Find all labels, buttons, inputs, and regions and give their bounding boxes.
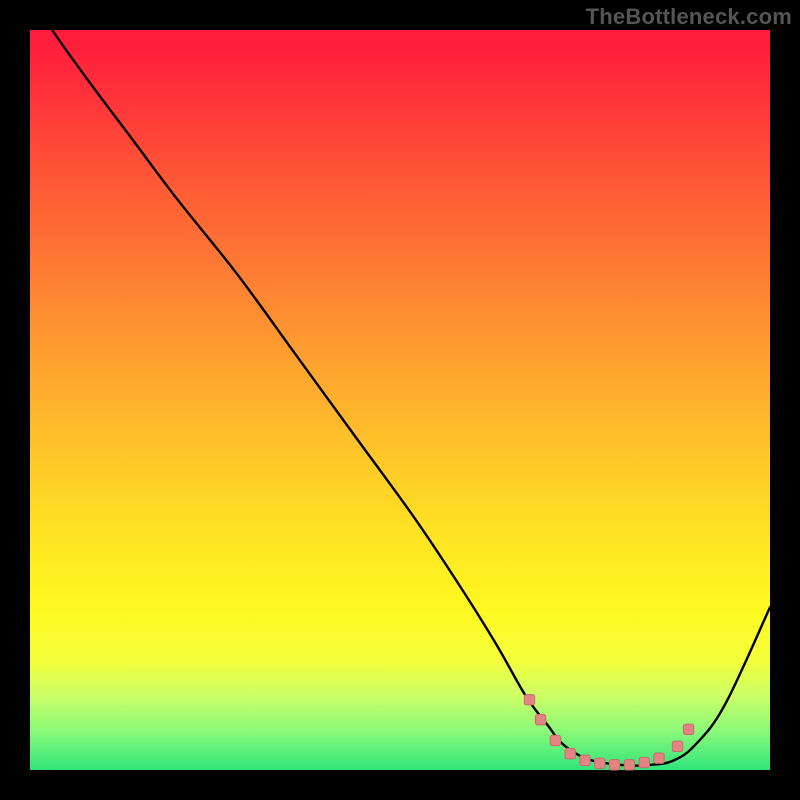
watermark-text: TheBottleneck.com [586, 4, 792, 30]
curve-marker [535, 714, 545, 724]
curve-marker [550, 735, 560, 745]
curve-marker [672, 741, 682, 751]
bottleneck-curve [30, 0, 770, 766]
curve-marker [524, 695, 534, 705]
curve-marker [580, 755, 590, 765]
curve-marker [565, 749, 575, 759]
chart-frame: TheBottleneck.com [0, 0, 800, 800]
curve-marker [624, 760, 634, 770]
curve-marker [683, 724, 693, 734]
curve-marker [595, 758, 605, 768]
chart-svg [30, 30, 770, 770]
curve-marker [609, 760, 619, 770]
curve-marker [639, 757, 649, 767]
plot-area [30, 30, 770, 770]
curve-marker [654, 753, 664, 763]
marker-layer [524, 695, 694, 771]
